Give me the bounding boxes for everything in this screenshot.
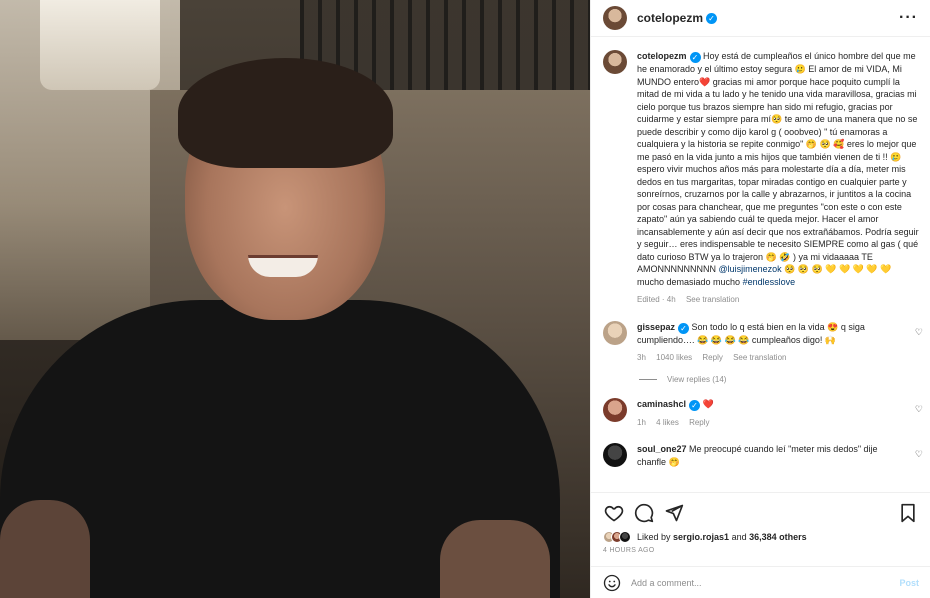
post-side-panel: cotelopezm ✓ ··· cotelopezm ✓ Hoy está de… xyxy=(590,0,930,598)
share-send-icon[interactable] xyxy=(663,502,685,524)
replies-divider xyxy=(639,378,657,380)
commenter-avatar[interactable] xyxy=(603,320,627,345)
author-username[interactable]: cotelopezm xyxy=(637,11,703,25)
post-caption: cotelopezm ✓ Hoy está de cumpleaños el ún… xyxy=(591,38,930,307)
comment-text: ❤️ xyxy=(702,398,714,409)
verified-badge-icon: ✓ xyxy=(706,12,718,24)
save-bookmark-icon[interactable] xyxy=(897,502,919,524)
view-replies-label: View replies (14) xyxy=(667,374,727,384)
post-header: cotelopezm ✓ ··· xyxy=(591,0,930,37)
comment-see-translation[interactable]: See translation xyxy=(733,353,786,362)
view-replies-button[interactable]: View replies (14) xyxy=(639,375,930,384)
mention-link[interactable]: @luisjimenezok xyxy=(719,264,782,274)
comment-username[interactable]: caminashcl xyxy=(637,399,686,409)
comment-bubble-icon[interactable] xyxy=(633,502,655,524)
liked-by-and: and xyxy=(729,532,750,542)
hashtag-link[interactable]: #endlesslove xyxy=(743,277,796,287)
comment-reply-button[interactable]: Reply xyxy=(702,353,722,362)
post-actions: Liked by sergio.rojas1 and 36,384 others… xyxy=(591,492,930,564)
caption-text: Hoy está de cumpleaños el único hombre d… xyxy=(637,51,919,274)
caption-edited-time: Edited · 4h xyxy=(637,295,676,304)
liked-by-user[interactable]: sergio.rojas1 xyxy=(673,532,729,542)
comment-username[interactable]: soul_one27 xyxy=(637,444,687,454)
comment-reply-button[interactable]: Reply xyxy=(689,418,709,427)
photo-hair xyxy=(178,58,393,168)
verified-badge-icon: ✓ xyxy=(678,322,690,334)
photo-arm-right xyxy=(440,520,550,598)
photo-smile xyxy=(248,255,318,277)
liked-by-prefix: Liked by xyxy=(637,532,674,542)
verified-badge-icon: ✓ xyxy=(689,52,701,63)
like-heart-icon[interactable] xyxy=(603,502,625,524)
comment-item: caminashcl ✓ ❤️ 1h 4 likes Reply ♡ xyxy=(591,397,930,430)
comment-like-heart-icon[interactable]: ♡ xyxy=(915,449,923,460)
comment-like-heart-icon[interactable]: ♡ xyxy=(915,404,923,415)
photo-arm-left xyxy=(0,500,90,598)
commenter-avatar[interactable] xyxy=(603,397,627,422)
comment-item: soul_one27 Me preocupé cuando leí "meter… xyxy=(591,443,930,468)
post-photo[interactable] xyxy=(0,0,590,598)
comments-scroll-area[interactable]: cotelopezm ✓ Hoy está de cumpleaños el ún… xyxy=(591,38,930,490)
likes-others-count[interactable]: 36,384 others xyxy=(749,532,807,542)
caption-avatar[interactable] xyxy=(603,50,627,74)
comment-time: 1h xyxy=(637,417,646,427)
add-comment-input[interactable] xyxy=(631,577,900,588)
comment-time: 3h xyxy=(637,353,646,362)
comment-likes[interactable]: 4 likes xyxy=(656,418,679,427)
liker-avatar xyxy=(619,531,631,543)
photo-pillar xyxy=(40,0,160,90)
emoji-picker-icon[interactable] xyxy=(603,574,621,592)
add-comment-bar: Post xyxy=(591,566,930,598)
commenter-avatar[interactable] xyxy=(603,443,627,467)
more-options-icon[interactable]: ··· xyxy=(899,9,918,27)
author-avatar[interactable] xyxy=(603,6,627,30)
likes-summary: Liked by sergio.rojas1 and 36,384 others xyxy=(603,531,919,543)
comment-item: gissepaz ✓ Son todo lo q está bien en la … xyxy=(591,320,930,365)
comment-like-heart-icon[interactable]: ♡ xyxy=(915,327,923,338)
post-time-ago[interactable]: 4 HOURS AGO xyxy=(603,547,919,554)
post-comment-button[interactable]: Post xyxy=(899,578,919,588)
verified-badge-icon: ✓ xyxy=(689,399,701,411)
caption-username[interactable]: cotelopezm xyxy=(637,51,687,61)
comment-username[interactable]: gissepaz xyxy=(637,322,675,332)
comment-likes[interactable]: 1040 likes xyxy=(656,353,692,362)
caption-see-translation[interactable]: See translation xyxy=(686,295,739,304)
